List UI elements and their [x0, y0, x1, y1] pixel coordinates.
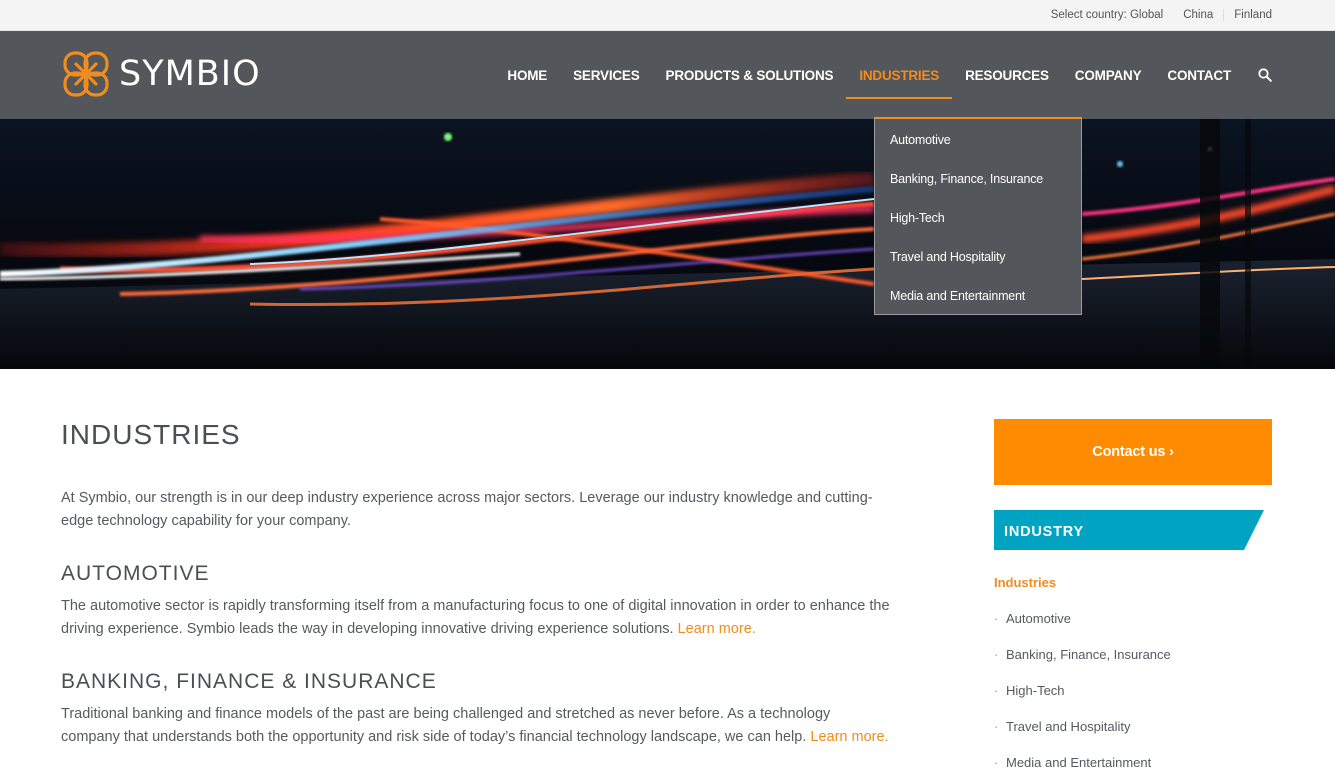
page-title: INDUSTRIES — [61, 419, 241, 450]
hero-image — [0, 119, 1335, 369]
dropdown-item-automotive[interactable]: Automotive — [875, 121, 1081, 160]
dropdown-item-high-tech[interactable]: High-Tech — [875, 199, 1081, 238]
section-body-banking: Traditional banking and finance models o… — [61, 703, 893, 749]
search-button[interactable] — [1244, 31, 1272, 119]
bullet-icon: · — [994, 683, 999, 698]
side-nav-item-banking[interactable]: · Banking, Finance, Insurance — [994, 646, 1272, 664]
main-nav: HOME SERVICES PRODUCTS & SOLUTIONS INDUS… — [494, 31, 1272, 119]
side-nav-label: Banking, Finance, Insurance — [1006, 647, 1171, 662]
nav-products-solutions[interactable]: PRODUCTS & SOLUTIONS — [653, 31, 847, 119]
interlaced-knot-icon — [63, 51, 109, 97]
country-select-global[interactable]: Select country: Global — [1041, 9, 1174, 21]
nav-company[interactable]: COMPANY — [1062, 31, 1155, 119]
intro-paragraph: At Symbio, our strength is in our deep i… — [61, 490, 873, 529]
dropdown-item-banking[interactable]: Banking, Finance, Insurance — [875, 160, 1081, 199]
side-nav-label: Automotive — [1006, 611, 1072, 626]
dropdown-item-media[interactable]: Media and Entertainment — [875, 277, 1081, 316]
industries-dropdown: Automotive Banking, Finance, Insurance H… — [874, 117, 1082, 315]
search-icon — [1258, 68, 1272, 82]
nav-resources[interactable]: RESOURCES — [952, 31, 1062, 119]
bullet-icon: · — [994, 611, 999, 626]
nav-home[interactable]: HOME — [494, 31, 560, 119]
country-link-china[interactable]: China — [1173, 9, 1223, 21]
contact-us-button[interactable]: Contact us › — [994, 419, 1272, 485]
nav-industries[interactable]: INDUSTRIES — [846, 31, 952, 119]
country-bar: Select country: Global China Finland — [0, 0, 1335, 31]
industry-side-nav: Industries · Automotive · Banking, Finance… — [994, 574, 1272, 772]
side-nav-item-high-tech[interactable]: · High-Tech — [994, 682, 1272, 700]
section-text-banking: Traditional banking and finance models o… — [61, 706, 831, 745]
learn-more-automotive-link[interactable]: Learn more. — [678, 621, 756, 637]
bullet-icon: · — [994, 719, 999, 734]
section-text-automotive: The automotive sector is rapidly transfo… — [61, 598, 890, 637]
main-content: INDUSTRIES At Symbio, our strength is in… — [61, 419, 893, 749]
side-nav-label: Media and Entertainment — [1006, 755, 1152, 770]
nav-contact[interactable]: CONTACT — [1154, 31, 1244, 119]
country-link-finland[interactable]: Finland — [1223, 9, 1272, 21]
side-nav-label: Travel and Hospitality — [1006, 719, 1131, 734]
bullet-icon: · — [994, 755, 999, 770]
learn-more-banking-link[interactable]: Learn more. — [810, 729, 888, 745]
bullet-icon: · — [994, 647, 999, 662]
side-nav-item-travel[interactable]: · Travel and Hospitality — [994, 718, 1272, 736]
side-nav-item-automotive[interactable]: · Automotive — [994, 610, 1272, 628]
side-nav-label: High-Tech — [1006, 683, 1065, 698]
light-trails-image — [0, 119, 1335, 369]
industry-banner-label: INDUSTRY — [1004, 524, 1084, 540]
side-nav-item-media[interactable]: · Media and Entertainment — [994, 754, 1272, 772]
industry-banner: INDUSTRY — [994, 510, 1264, 550]
section-heading-automotive: AUTOMOTIVE — [61, 562, 210, 585]
section-heading-banking: BANKING, FINANCE & INSURANCE — [61, 670, 437, 693]
section-body-automotive: The automotive sector is rapidly transfo… — [61, 595, 893, 641]
dropdown-item-travel[interactable]: Travel and Hospitality — [875, 238, 1081, 277]
side-nav-heading[interactable]: Industries — [994, 574, 1272, 592]
logo-wordmark: SYMBIO — [119, 54, 261, 94]
country-selector: Select country: Global China Finland — [1041, 0, 1272, 30]
logo[interactable]: SYMBIO — [61, 48, 261, 100]
nav-services[interactable]: SERVICES — [560, 31, 652, 119]
site-header: SYMBIO HOME SERVICES PRODUCTS & SOLUTION… — [0, 31, 1335, 119]
